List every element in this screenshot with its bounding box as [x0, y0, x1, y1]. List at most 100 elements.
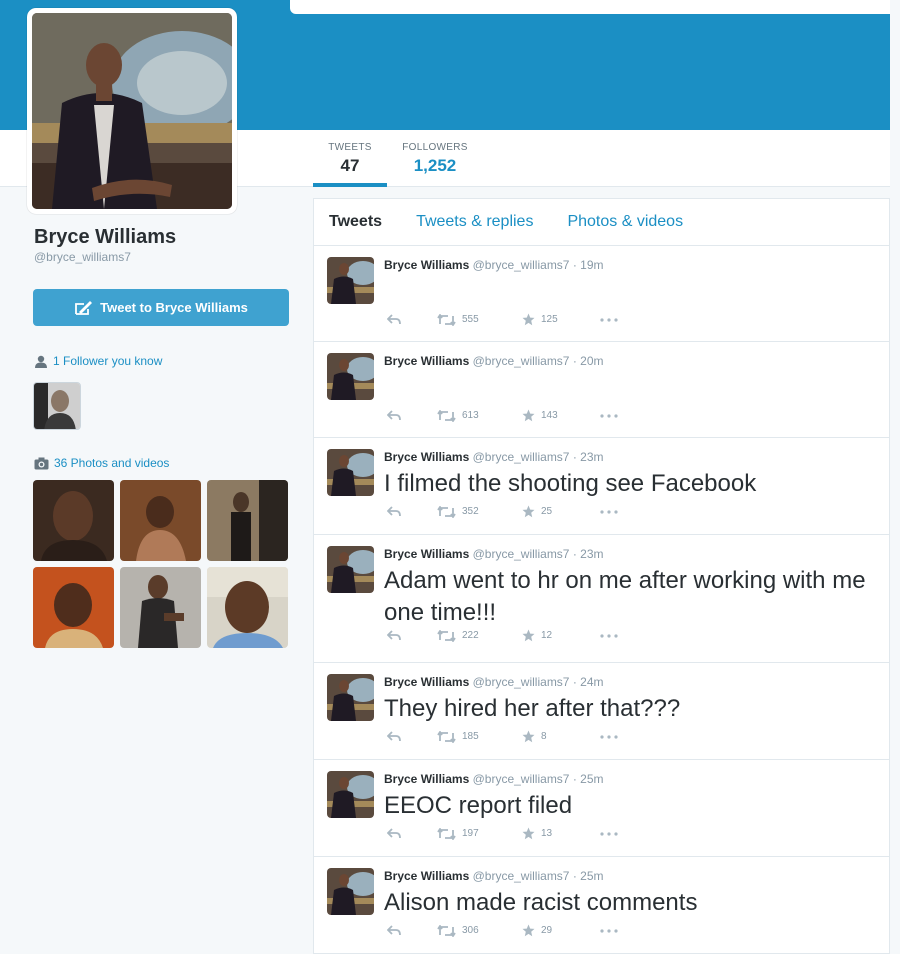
profile-avatar[interactable]: [27, 8, 237, 214]
more-options-button[interactable]: [600, 831, 618, 836]
tweet-to-button[interactable]: Tweet to Bryce Williams: [33, 289, 289, 326]
tab-tweets[interactable]: Tweets: [329, 213, 382, 231]
tweet-timestamp[interactable]: 25m: [580, 772, 603, 786]
retweet-button[interactable]: 197: [437, 827, 522, 840]
tweet-header: Bryce Williams @bryce_williams7 · 19m: [384, 258, 604, 272]
more-options-button[interactable]: [600, 928, 618, 933]
retweet-button[interactable]: 613: [437, 409, 522, 422]
tweet-avatar[interactable]: [327, 546, 374, 593]
followers-you-know-link[interactable]: 1 Follower you know: [34, 354, 162, 368]
more-options-button[interactable]: [600, 413, 618, 418]
profile-handle[interactable]: @bryce_williams7: [34, 250, 131, 264]
tweet-item[interactable]: Bryce Williams @bryce_williams7 · 24m The…: [314, 663, 889, 760]
tweet-timestamp[interactable]: 23m: [580, 450, 603, 464]
photos-videos-link[interactable]: 36 Photos and videos: [34, 456, 169, 470]
favorite-button[interactable]: 143: [522, 409, 600, 422]
reply-icon: [387, 731, 401, 742]
tweet-author-handle[interactable]: @bryce_williams7: [473, 675, 570, 689]
tweet-avatar[interactable]: [327, 868, 374, 915]
photos-videos-label: 36 Photos and videos: [54, 456, 170, 470]
tweet-author-name[interactable]: Bryce Williams: [384, 869, 469, 883]
photo-thumbnail[interactable]: [207, 480, 288, 561]
follower-image: [34, 383, 80, 429]
tweet-author-handle[interactable]: @bryce_williams7: [473, 258, 570, 272]
star-icon: [522, 629, 535, 642]
photo-thumbnail[interactable]: [33, 567, 114, 648]
retweet-button[interactable]: 352: [437, 505, 522, 518]
photo-grid: [33, 480, 288, 648]
reply-button[interactable]: [387, 314, 437, 325]
tweet-separator: ·: [569, 675, 581, 689]
star-icon: [522, 730, 535, 743]
tweet-avatar[interactable]: [327, 353, 374, 400]
tweet-timestamp[interactable]: 19m: [580, 258, 603, 272]
reply-icon: [387, 410, 401, 421]
tweet-separator: ·: [569, 354, 581, 368]
favorite-button[interactable]: 29: [522, 924, 600, 937]
more-options-button[interactable]: [600, 734, 618, 739]
photo-thumbnail[interactable]: [120, 567, 201, 648]
compose-icon: [75, 300, 93, 315]
photo-thumbnail[interactable]: [207, 567, 288, 648]
tweet-author-handle[interactable]: @bryce_williams7: [473, 547, 570, 561]
tweet-author-name[interactable]: Bryce Williams: [384, 547, 469, 561]
reply-button[interactable]: [387, 828, 437, 839]
person-icon: [35, 355, 47, 368]
more-options-button[interactable]: [600, 509, 618, 514]
tweet-author-handle[interactable]: @bryce_williams7: [473, 772, 570, 786]
tweet-avatar[interactable]: [327, 449, 374, 496]
tweet-author-handle[interactable]: @bryce_williams7: [473, 869, 570, 883]
tab-photos-videos[interactable]: Photos & videos: [567, 213, 683, 231]
retweet-button[interactable]: 185: [437, 730, 522, 743]
tweet-item[interactable]: Bryce Williams @bryce_williams7 · 25m EEO…: [314, 760, 889, 857]
tweet-item[interactable]: Bryce Williams @bryce_williams7 · 19m 555…: [314, 246, 889, 342]
tweet-item[interactable]: Bryce Williams @bryce_williams7 · 23m Ada…: [314, 535, 889, 663]
tweet-timestamp[interactable]: 24m: [580, 675, 603, 689]
stat-followers-label: FOLLOWERS: [402, 142, 468, 153]
favorite-button[interactable]: 12: [522, 629, 600, 642]
tweet-avatar[interactable]: [327, 674, 374, 721]
reply-button[interactable]: [387, 925, 437, 936]
tweet-author-handle[interactable]: @bryce_williams7: [473, 450, 570, 464]
tweet-item[interactable]: Bryce Williams @bryce_williams7 · 25m Ali…: [314, 857, 889, 954]
stat-tweets[interactable]: TWEETS 47: [313, 142, 387, 176]
stat-followers[interactable]: FOLLOWERS 1,252: [398, 142, 472, 176]
tweet-author-name[interactable]: Bryce Williams: [384, 772, 469, 786]
tweet-author-name[interactable]: Bryce Williams: [384, 258, 469, 272]
tweet-timestamp[interactable]: 23m: [580, 547, 603, 561]
reply-button[interactable]: [387, 506, 437, 517]
retweet-button[interactable]: 306: [437, 924, 522, 937]
favorite-button[interactable]: 13: [522, 827, 600, 840]
tweet-item[interactable]: Bryce Williams @bryce_williams7 · 20m 613…: [314, 342, 889, 438]
favorite-button[interactable]: 8: [522, 730, 600, 743]
retweet-button[interactable]: 222: [437, 629, 522, 642]
tweet-timestamp[interactable]: 20m: [580, 354, 603, 368]
tweet-author-handle[interactable]: @bryce_williams7: [473, 354, 570, 368]
tweet-text: Alison made racist comments: [384, 889, 698, 916]
tweet-item[interactable]: Bryce Williams @bryce_williams7 · 23m I f…: [314, 438, 889, 535]
more-options-button[interactable]: [600, 633, 618, 638]
tweet-actions: 185 8: [387, 730, 618, 743]
reply-button[interactable]: [387, 731, 437, 742]
tweet-author-name[interactable]: Bryce Williams: [384, 675, 469, 689]
tab-tweets-replies[interactable]: Tweets & replies: [416, 213, 533, 231]
more-options-button[interactable]: [600, 317, 618, 322]
reply-button[interactable]: [387, 630, 437, 641]
tweet-actions: 555 125: [387, 313, 618, 326]
tweet-text: I filmed the shooting see Facebook: [384, 470, 757, 497]
photo-thumbnail[interactable]: [33, 480, 114, 561]
tweet-avatar[interactable]: [327, 771, 374, 818]
profile-name[interactable]: Bryce Williams: [34, 226, 176, 249]
retweet-button[interactable]: 555: [437, 313, 522, 326]
favorite-count: 8: [541, 731, 547, 742]
follower-avatar[interactable]: [33, 382, 81, 430]
star-icon: [522, 924, 535, 937]
tweet-timestamp[interactable]: 25m: [580, 869, 603, 883]
tweet-avatar[interactable]: [327, 257, 374, 304]
favorite-button[interactable]: 25: [522, 505, 600, 518]
favorite-button[interactable]: 125: [522, 313, 600, 326]
reply-button[interactable]: [387, 410, 437, 421]
tweet-author-name[interactable]: Bryce Williams: [384, 354, 469, 368]
photo-thumbnail[interactable]: [120, 480, 201, 561]
tweet-author-name[interactable]: Bryce Williams: [384, 450, 469, 464]
